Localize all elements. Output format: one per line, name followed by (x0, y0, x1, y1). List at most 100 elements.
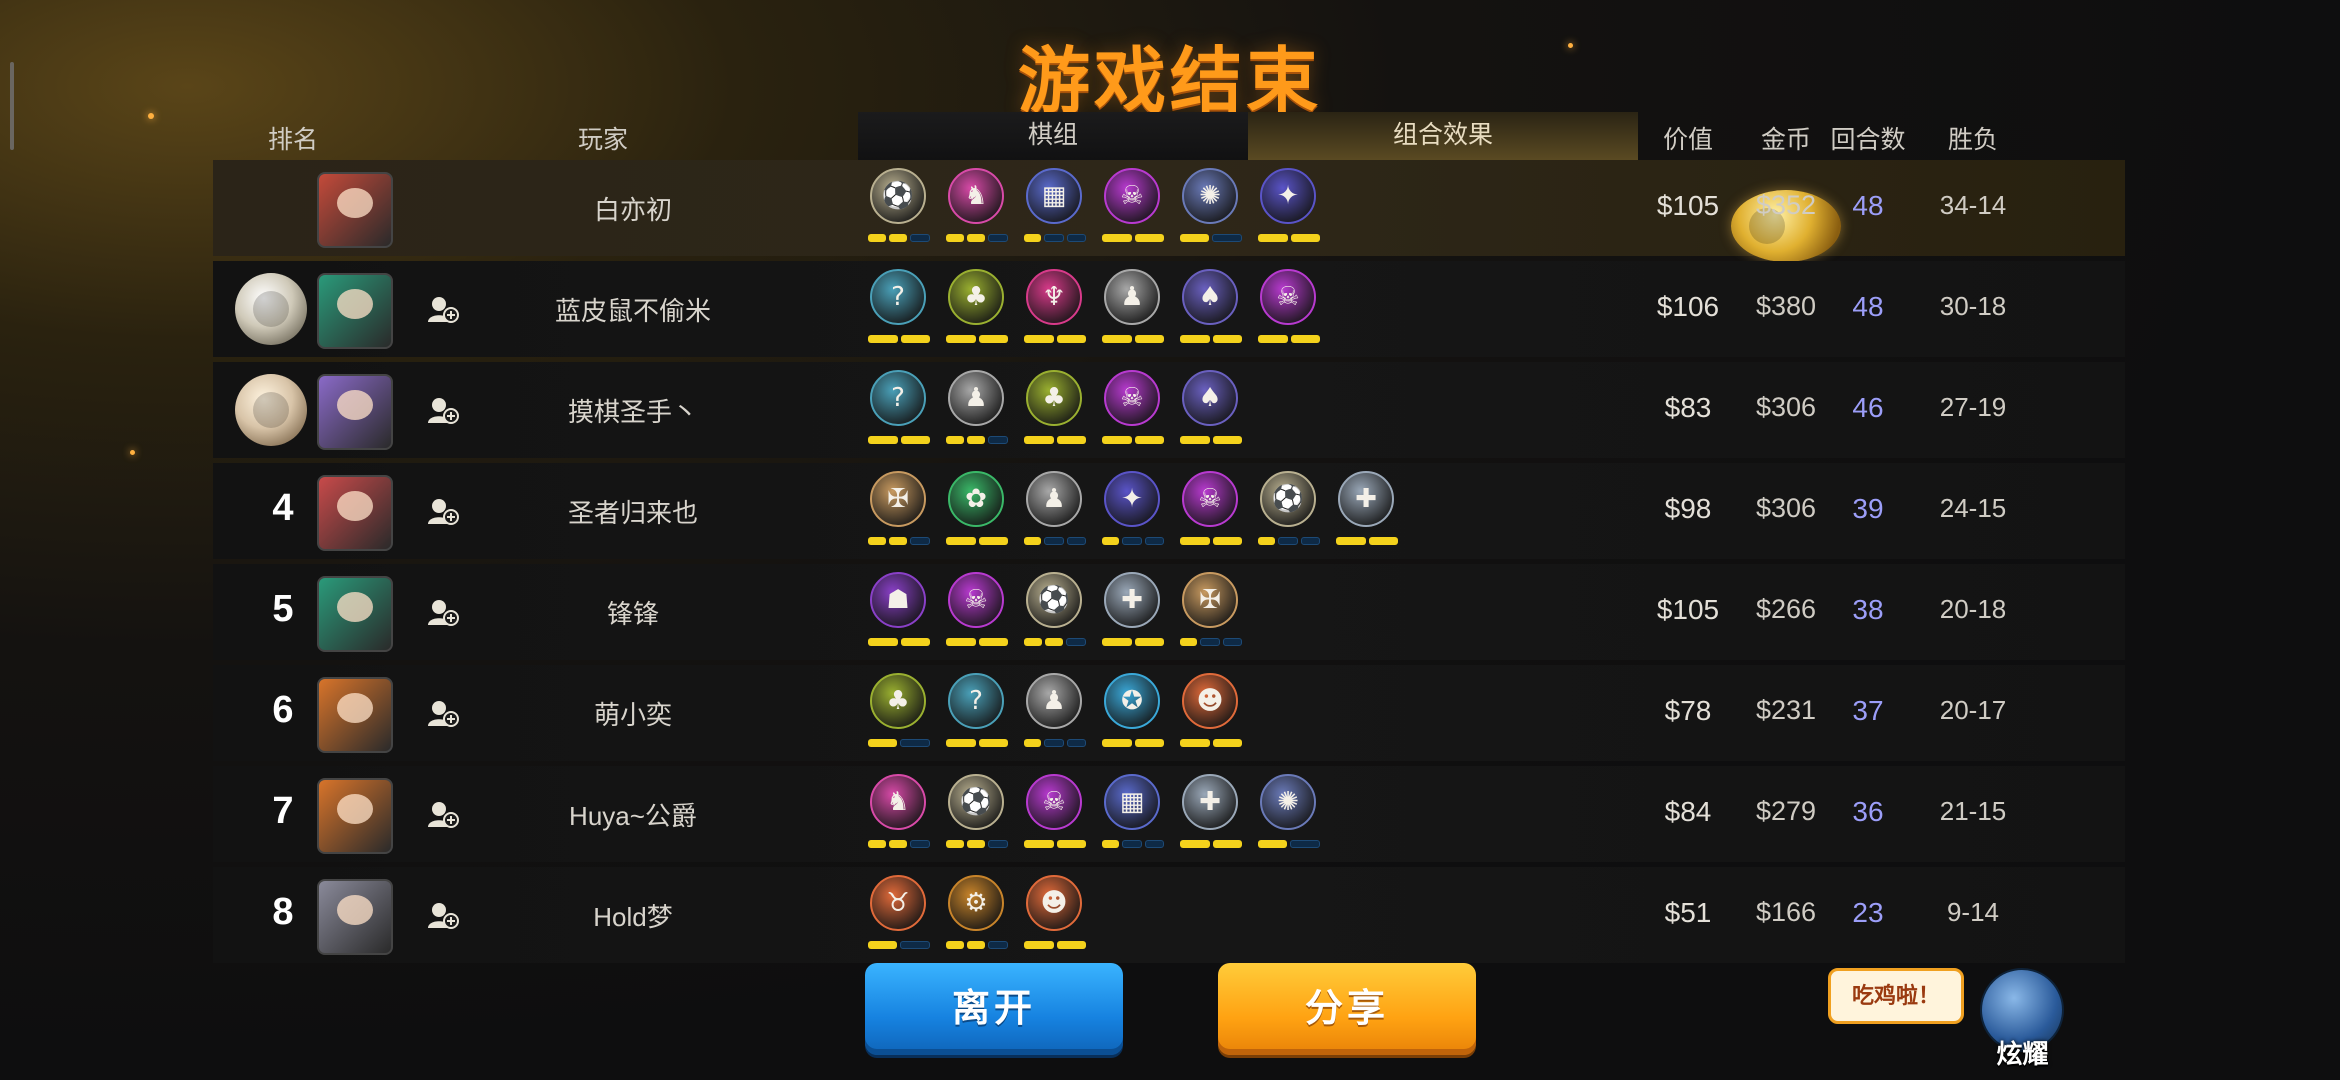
trait-icon[interactable]: ♟ (946, 370, 1008, 454)
avatar[interactable] (317, 475, 393, 551)
table-row[interactable]: 7 Huya~公爵 ♞ ⚽ ☠ ▦ ✚ ✺ $84 $279 36 21-15 (213, 766, 2125, 862)
trait-icon[interactable]: ♟ (1024, 673, 1086, 757)
avatar[interactable] (317, 576, 393, 652)
trait-icon[interactable]: ▦ (1102, 774, 1164, 858)
tab-synergy[interactable]: 组合效果 (1248, 112, 1638, 162)
trait-icon[interactable]: ♣ (946, 269, 1008, 353)
trait-icon[interactable]: ☠ (1258, 269, 1320, 353)
trait-icon[interactable]: ☗ (868, 572, 930, 656)
tab-board[interactable]: 棋组 (858, 112, 1248, 162)
sparkle (148, 113, 154, 119)
add-friend-icon[interactable] (427, 901, 459, 929)
rank-number: 7 (272, 790, 294, 832)
trait-level-bar (1134, 436, 1164, 444)
player-name[interactable]: Hold梦 (463, 897, 803, 934)
table-row[interactable]: 8 Hold梦 ♉ ⚙ ☻ $51 $166 23 9-14 (213, 867, 2125, 963)
avatar[interactable] (317, 879, 393, 955)
trait-icon[interactable]: ♣ (868, 673, 930, 757)
trait-icon[interactable]: ☠ (1024, 774, 1086, 858)
share-button[interactable]: 分享 (1218, 963, 1476, 1055)
trait-level (946, 335, 1008, 343)
trait-icon[interactable]: ☻ (1180, 673, 1242, 757)
avatar[interactable] (317, 374, 393, 450)
trait-icon[interactable]: ? (868, 370, 930, 454)
trait-level-bar (946, 941, 964, 949)
trait-icon[interactable]: ♠ (1180, 269, 1242, 353)
table-row[interactable]: 6 萌小奕 ♣? ♟ ✪ ☻ $78 $231 37 20-17 (213, 665, 2125, 761)
add-friend-icon[interactable] (427, 800, 459, 828)
table-row[interactable]: 白亦初 ⚽ ♞ ▦ ☠ ✺ ✦ $105 $352 48 34-14 (213, 160, 2125, 262)
trait-icon[interactable]: ♠ (1180, 370, 1242, 454)
show-off-label[interactable]: 炫耀 (1975, 1034, 2070, 1071)
avatar[interactable] (317, 273, 393, 349)
trait-icon[interactable]: ⚙ (946, 875, 1008, 959)
trait-icon[interactable]: ♞ (868, 774, 930, 858)
trait-icon[interactable]: ✺ (1180, 168, 1242, 252)
avatar[interactable] (317, 778, 393, 854)
trait-icon[interactable]: ✦ (1258, 168, 1320, 252)
trait-icon[interactable]: ✦ (1102, 471, 1164, 555)
trait-level (868, 234, 930, 242)
trait-level-bar (1144, 840, 1164, 848)
trait-level (1180, 840, 1242, 848)
trait-icon[interactable]: ♞ (946, 168, 1008, 252)
table-row[interactable]: 5 锋锋 ☗ ☠ ⚽ ✚ ✠ $105 $266 38 20-18 (213, 564, 2125, 660)
trait-icon[interactable]: ✪ (1102, 673, 1164, 757)
trait-level-bar (967, 234, 985, 242)
trait-level (1180, 638, 1242, 646)
trait-level (1102, 436, 1164, 444)
trait-icon[interactable]: ▦ (1024, 168, 1086, 252)
trait-icon[interactable]: ♟ (1102, 269, 1164, 353)
trait-level (946, 436, 1008, 444)
player-name[interactable]: Huya~公爵 (463, 796, 803, 833)
trait-icon[interactable]: ☻ (1024, 875, 1086, 959)
value-cell: $51 (1664, 897, 1712, 928)
trait-icon[interactable]: ☠ (1180, 471, 1242, 555)
trait-level-bar (946, 638, 976, 646)
trait-icon[interactable]: ? (946, 673, 1008, 757)
add-friend-icon[interactable] (427, 396, 459, 424)
trait-level (1258, 537, 1320, 545)
value-cell: $105 (1656, 190, 1720, 221)
trait-icon[interactable]: ✠ (1180, 572, 1242, 656)
trait-level-bar (899, 739, 930, 747)
trait-icon[interactable]: ✚ (1180, 774, 1242, 858)
avatar[interactable] (317, 172, 393, 248)
trait-icon[interactable]: ⚽ (1258, 471, 1320, 555)
trait-icon[interactable]: ⚽ (1024, 572, 1086, 656)
add-friend-icon[interactable] (427, 497, 459, 525)
table-row[interactable]: 4 圣者归来也 ✠ ✿ ♟ ✦ ☠ ⚽ ✚ $98 $306 39 24-15 (213, 463, 2125, 559)
trait-icon[interactable]: ♉ (868, 875, 930, 959)
trait-level-bar (868, 436, 898, 444)
player-name[interactable]: 蓝皮鼠不偷米 (463, 291, 803, 328)
table-row[interactable]: 蓝皮鼠不偷米? ♣ ♆ ♟ ♠ ☠ $106 $380 48 30-18 (213, 261, 2125, 357)
leave-button[interactable]: 离开 (865, 963, 1123, 1055)
trait-icon[interactable]: ✿ (946, 471, 1008, 555)
player-name[interactable]: 锋锋 (463, 594, 803, 631)
trait-icon[interactable]: ☠ (1102, 370, 1164, 454)
player-name[interactable]: 圣者归来也 (463, 493, 803, 530)
trait-icon[interactable]: ⚽ (868, 168, 930, 252)
trait-icon[interactable]: ♣ (1024, 370, 1086, 454)
trait-icon[interactable]: ☠ (946, 572, 1008, 656)
player-name[interactable]: 摸棋圣手丶 (463, 392, 803, 429)
trait-icon[interactable]: ☠ (1102, 168, 1164, 252)
trait-icon[interactable]: ✠ (868, 471, 930, 555)
add-friend-icon[interactable] (427, 295, 459, 323)
player-name[interactable]: 萌小奕 (463, 695, 803, 732)
player-name[interactable]: 白亦初 (463, 190, 803, 227)
add-friend-icon[interactable] (427, 699, 459, 727)
table-row[interactable]: 摸棋圣手丶? ♟ ♣ ☠ ♠ $83 $306 46 27-19 (213, 362, 2125, 458)
trait-icon[interactable]: ? (868, 269, 930, 353)
trait-icon[interactable]: ✺ (1258, 774, 1320, 858)
trait-icon[interactable]: ✚ (1102, 572, 1164, 656)
avatar[interactable] (317, 677, 393, 753)
trait-level-bar (1278, 537, 1298, 545)
trait-icon[interactable]: ✚ (1336, 471, 1398, 555)
trait-icon[interactable]: ♆ (1024, 269, 1086, 353)
trait-icon[interactable]: ⚽ (946, 774, 1008, 858)
trait-icon[interactable]: ♟ (1024, 471, 1086, 555)
trait-glyph: ▦ (1119, 787, 1145, 817)
rounds-cell: 38 (1852, 594, 1884, 625)
add-friend-icon[interactable] (427, 598, 459, 626)
